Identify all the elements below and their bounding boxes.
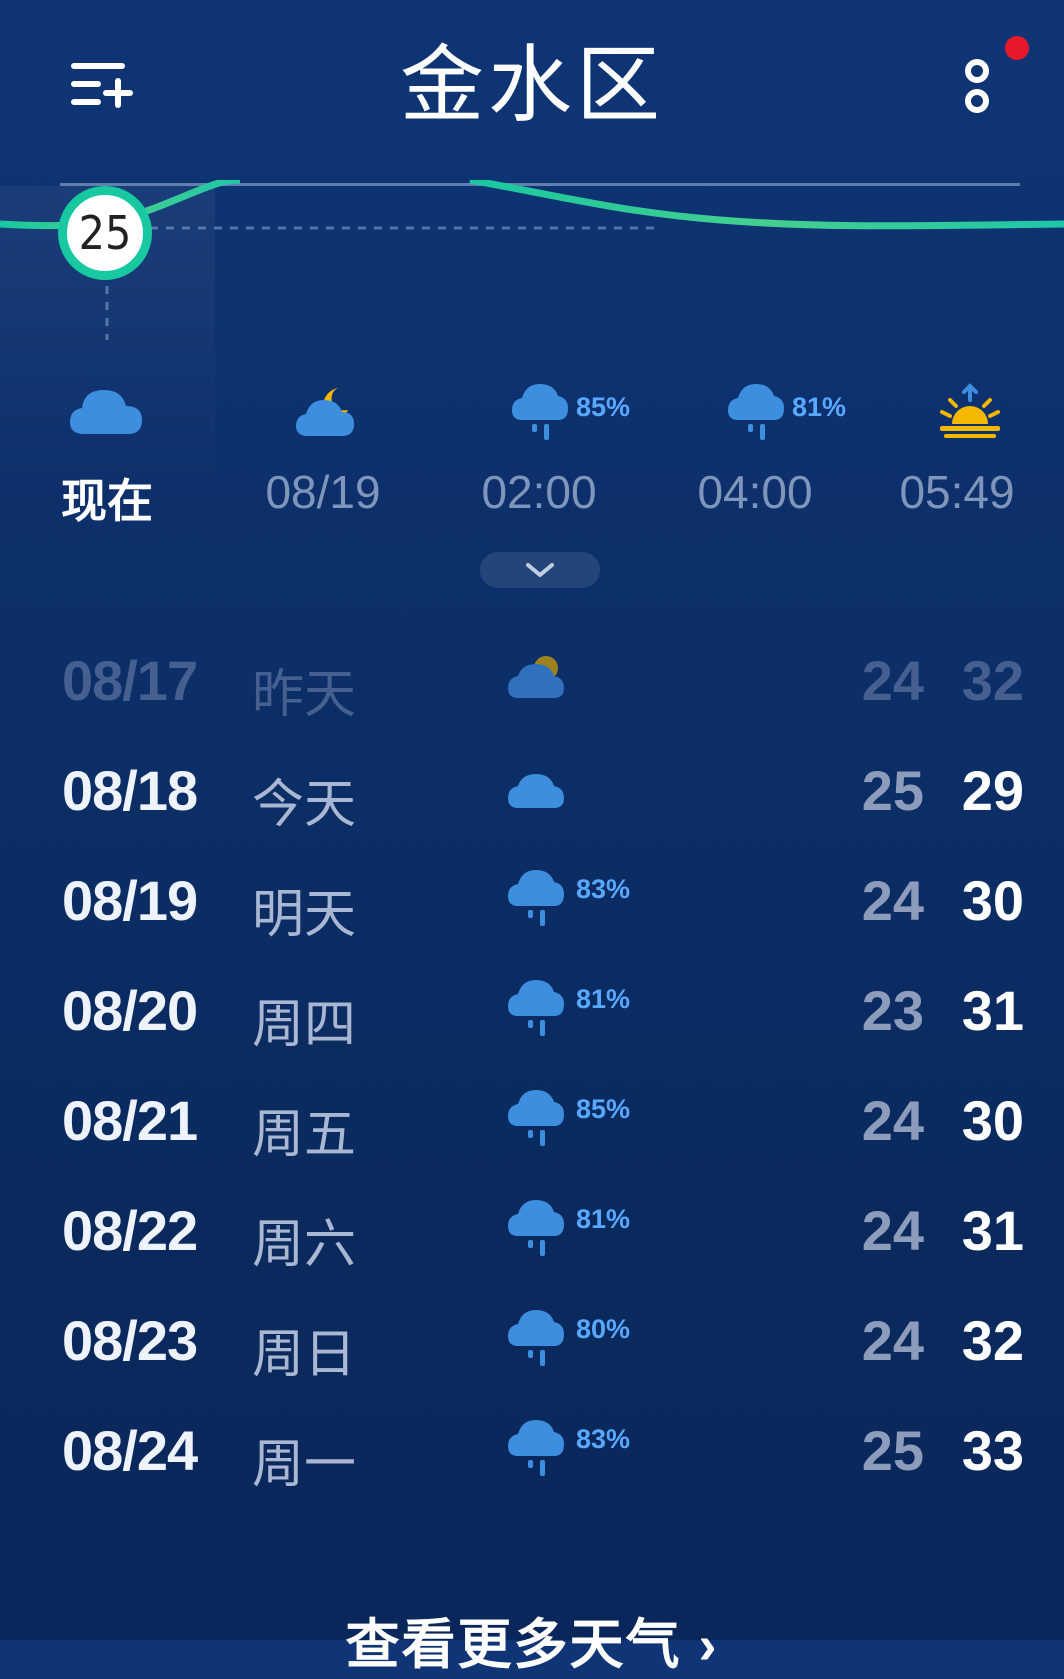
day-date: 08/21 xyxy=(62,1089,198,1152)
more-options-button[interactable] xyxy=(955,52,1005,122)
rain-cloud-icon xyxy=(508,1416,572,1480)
chevron-down-icon xyxy=(526,563,554,577)
daily-row[interactable]: 08/18 今天 25 29 xyxy=(60,740,1024,850)
day-low-temp: 25 xyxy=(861,759,924,822)
more-icon xyxy=(965,59,989,113)
day-high-temp: 32 xyxy=(961,1309,1024,1372)
day-low-temp: 24 xyxy=(861,1089,924,1152)
hourly-label: 02:00 xyxy=(481,466,597,518)
day-name: 今天 xyxy=(252,776,357,834)
daily-row[interactable]: 08/24 周一 83% 25 33 xyxy=(60,1400,1024,1510)
hourly-label: 08/19 xyxy=(265,466,381,518)
page-title: 金水区 xyxy=(399,38,664,132)
day-low-temp: 24 xyxy=(861,1199,924,1262)
sunrise-icon xyxy=(852,380,1062,442)
hourly-item[interactable]: 05:49 xyxy=(852,380,1062,520)
hourly-item[interactable]: 81% 04:00 xyxy=(650,380,860,520)
day-name: 周五 xyxy=(252,1106,357,1164)
day-high-temp: 29 xyxy=(961,759,1024,822)
precip-chance: 81% xyxy=(576,984,631,1014)
cloud-icon xyxy=(2,380,212,442)
precip-chance: 83% xyxy=(576,1424,631,1454)
hourly-item[interactable]: 现在 xyxy=(2,380,212,527)
temperature-curve xyxy=(0,180,1064,340)
day-date: 08/24 xyxy=(62,1419,198,1482)
moon-cloud-icon xyxy=(218,380,428,442)
day-low-temp: 25 xyxy=(861,1419,924,1482)
hourly-item[interactable]: 85% 02:00 xyxy=(434,380,644,520)
daily-row[interactable]: 08/20 周四 81% 23 31 xyxy=(60,960,1024,1070)
daily-row[interactable]: 08/17 昨天 24 32 xyxy=(60,630,1024,740)
day-high-temp: 31 xyxy=(961,1199,1024,1262)
daily-row[interactable]: 08/19 明天 83% 24 30 xyxy=(60,850,1024,960)
day-high-temp: 31 xyxy=(961,979,1024,1042)
hourly-item[interactable]: 08/19 xyxy=(218,380,428,520)
day-name: 明天 xyxy=(252,886,357,944)
rain-cloud-icon xyxy=(508,1196,572,1260)
rain-cloud-icon xyxy=(508,1306,572,1370)
day-name: 周一 xyxy=(252,1436,357,1494)
day-high-temp: 30 xyxy=(961,869,1024,932)
day-low-temp: 23 xyxy=(861,979,924,1042)
current-temp-badge: 25 xyxy=(58,186,152,280)
precip-chance: 81% xyxy=(576,1204,631,1234)
day-low-temp: 24 xyxy=(861,649,924,712)
notification-dot xyxy=(1005,36,1029,60)
day-low-temp: 24 xyxy=(861,1309,924,1372)
day-date: 08/22 xyxy=(62,1199,198,1262)
hourly-label: 现在 xyxy=(61,475,153,527)
curve-right xyxy=(469,180,1064,230)
day-date: 08/19 xyxy=(62,869,198,932)
day-name: 昨天 xyxy=(252,666,357,724)
day-date: 08/18 xyxy=(62,759,198,822)
day-name: 周四 xyxy=(252,996,357,1054)
hourly-label: 04:00 xyxy=(697,466,813,518)
day-high-temp: 32 xyxy=(961,649,1024,712)
day-date: 08/20 xyxy=(62,979,198,1042)
cloud-icon xyxy=(508,756,572,820)
daily-row[interactable]: 08/23 周日 80% 24 32 xyxy=(60,1290,1024,1400)
precip-chance: 85% xyxy=(576,1094,631,1124)
day-low-temp: 24 xyxy=(861,869,924,932)
daily-row[interactable]: 08/21 周五 85% 24 30 xyxy=(60,1070,1024,1180)
partly-cloudy-icon xyxy=(508,646,572,710)
precip-chance: 85% xyxy=(576,392,631,422)
rain-cloud-icon xyxy=(508,976,572,1040)
day-name: 周六 xyxy=(252,1216,357,1274)
expand-button[interactable] xyxy=(480,552,600,588)
precip-chance: 83% xyxy=(576,874,631,904)
day-date: 08/23 xyxy=(62,1309,198,1372)
daily-row[interactable]: 08/22 周六 81% 24 31 xyxy=(60,1180,1024,1290)
day-date: 08/17 xyxy=(62,649,198,712)
day-name: 周日 xyxy=(252,1326,357,1384)
rain-cloud-icon xyxy=(508,866,572,930)
day-high-temp: 33 xyxy=(961,1419,1024,1482)
rain-cloud-icon xyxy=(508,1086,572,1150)
hourly-label: 05:49 xyxy=(899,466,1015,518)
day-high-temp: 30 xyxy=(961,1089,1024,1152)
precip-chance: 80% xyxy=(576,1314,631,1344)
precip-chance: 81% xyxy=(792,392,847,422)
